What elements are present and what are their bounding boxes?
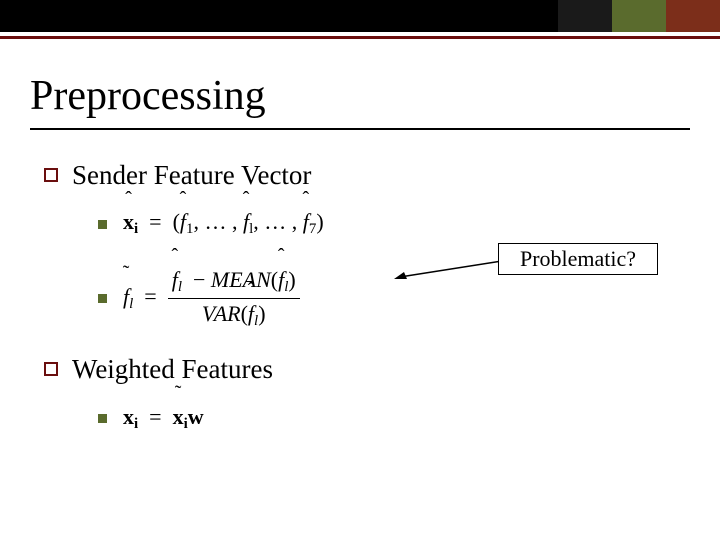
filled-square-bullet-icon [98, 220, 107, 229]
math-subscript: i [134, 416, 138, 432]
math-subscript: l [249, 222, 253, 238]
filled-square-bullet-icon [98, 414, 107, 423]
page-title: Preprocessing [30, 72, 266, 120]
square-bullet-icon [44, 362, 58, 376]
math-fraction: ˆfl − MEAN(ˆfl) VAR(ˆfl) [168, 267, 300, 330]
filled-square-bullet-icon [98, 294, 107, 303]
equation-weighted: xi = ˜xiw [98, 397, 684, 439]
math-symbol: f [248, 301, 254, 326]
math-symbol: f [123, 284, 129, 309]
section-label: Sender Feature Vector [72, 160, 311, 191]
math-symbol: f [243, 209, 249, 234]
math-subscript: l [129, 296, 133, 312]
math-operator: VAR [202, 301, 241, 326]
section-sender-feature-vector: Sender Feature Vector [44, 160, 684, 191]
math-symbol: w [188, 404, 204, 429]
square-bullet-icon [44, 168, 58, 182]
title-underline [30, 128, 690, 130]
math-subscript: l [254, 313, 258, 329]
equation-feature-vector: ˆxi = (ˆf1, … , ˆfl, … , ˆf7) [98, 203, 684, 245]
math-operator: MEAN [211, 267, 271, 292]
math-symbol: x [123, 209, 134, 234]
top-bar-segment-olive [612, 0, 666, 32]
math-subscript: l [284, 279, 288, 295]
content-area: Sender Feature Vector ˆxi = (ˆf1, … , ˆf… [44, 150, 684, 439]
equation-body: ˆxi = (ˆf1, … , ˆfl, … , ˆf7) [123, 209, 324, 238]
math-symbol: f [180, 209, 186, 234]
math-symbol: f [172, 267, 178, 292]
math-subscript: 7 [309, 222, 316, 238]
section-label: Weighted Features [72, 354, 273, 385]
top-bar-rule [0, 36, 720, 39]
equation-body: xi = ˜xiw [123, 404, 204, 433]
slide: Preprocessing Sender Feature Vector ˆxi … [0, 0, 720, 540]
section-weighted-features: Weighted Features [44, 354, 684, 385]
top-bar-segment-maroon [666, 0, 720, 32]
math-symbol: f [278, 267, 284, 292]
top-bar [0, 0, 720, 32]
math-subscript: 1 [186, 222, 193, 238]
equation-standardize: ˜fl = ˆfl − MEAN(ˆfl) VAR(ˆfl) [98, 267, 684, 330]
math-subscript: i [134, 222, 138, 238]
top-bar-spacer [0, 0, 558, 32]
arrow-icon [394, 259, 502, 279]
callout-text: Problematic? [520, 246, 636, 272]
math-symbol: x [173, 404, 184, 429]
math-subscript: l [178, 279, 182, 295]
equation-body: ˜fl = ˆfl − MEAN(ˆfl) VAR(ˆfl) [123, 267, 300, 330]
math-symbol: f [303, 209, 309, 234]
callout-problematic: Problematic? [498, 243, 658, 275]
top-bar-segment-dark [558, 0, 612, 32]
math-symbol: x [123, 404, 134, 429]
